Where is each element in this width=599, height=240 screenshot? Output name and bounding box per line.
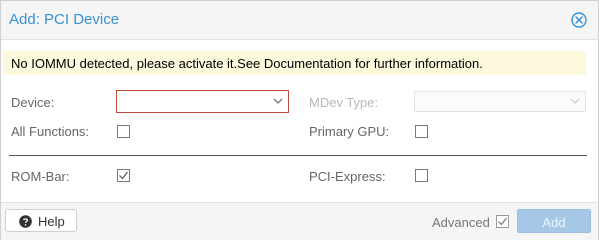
add-pci-device-dialog: Add: PCI Device No IOMMU detected, pleas…: [0, 0, 599, 240]
primary-gpu-label: Primary GPU:: [309, 124, 390, 139]
help-button-label: Help: [38, 214, 65, 229]
add-button[interactable]: Add: [517, 209, 591, 233]
chevron-down-icon[interactable]: [569, 95, 581, 107]
checkmark-icon: [119, 171, 128, 180]
pci-express-label: PCI-Express:: [309, 169, 386, 184]
rom-bar-checkbox[interactable]: [117, 169, 130, 182]
device-select[interactable]: [116, 90, 289, 113]
checkmark-icon: [498, 217, 507, 226]
device-label: Device:: [11, 95, 55, 110]
iommu-warning-banner: No IOMMU detected, please activate it.Se…: [3, 51, 586, 75]
mdev-type-select[interactable]: [414, 91, 586, 112]
advanced-checkbox[interactable]: [496, 215, 509, 228]
help-button[interactable]: Help: [5, 209, 77, 232]
rom-bar-label: ROM-Bar:: [11, 169, 70, 184]
all-functions-label: All Functions:: [11, 124, 90, 139]
primary-gpu-checkbox[interactable]: [415, 125, 428, 138]
chevron-down-icon[interactable]: [272, 95, 284, 107]
close-icon[interactable]: [571, 12, 587, 28]
all-functions-checkbox[interactable]: [117, 125, 130, 138]
warning-text: No IOMMU detected, please activate it.Se…: [11, 56, 483, 71]
mdev-type-label: MDev Type:: [309, 95, 379, 110]
pci-express-checkbox[interactable]: [415, 169, 428, 182]
question-circle-icon: [19, 215, 32, 228]
dialog-titlebar: Add: PCI Device: [1, 1, 598, 40]
add-button-label: Add: [542, 215, 566, 230]
section-divider: [9, 155, 587, 156]
advanced-label: Advanced: [432, 215, 490, 230]
dialog-title: Add: PCI Device: [9, 11, 120, 28]
dialog-footer: Help Advanced Add: [1, 202, 598, 240]
